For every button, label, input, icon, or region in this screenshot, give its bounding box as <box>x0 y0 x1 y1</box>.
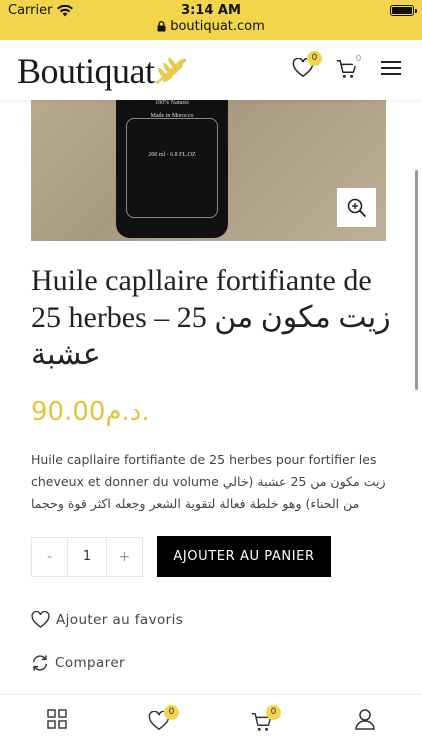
compare-link[interactable]: Comparer <box>31 654 125 672</box>
wheat-leaf-icon <box>154 57 186 84</box>
clock: 3:14 AM <box>181 3 241 18</box>
refresh-icon <box>32 655 48 671</box>
tab-cart-badge: 0 <box>266 705 281 720</box>
bottle-frame <box>126 118 218 218</box>
grid-icon <box>47 709 67 729</box>
product-title: Huile capllaire fortifiante de 25 herbes… <box>31 264 391 371</box>
site-header: Boutiquat 0 0 <box>0 40 422 100</box>
bottle-label-natural: 100% Naturel <box>155 100 189 106</box>
product-description: Huile capllaire fortifiante de 25 herbes… <box>31 452 386 511</box>
wishlist-count-badge: 0 <box>307 51 322 66</box>
menu-icon <box>381 61 401 75</box>
tab-account[interactable] <box>355 709 375 734</box>
product-bottle: 100% Naturel Made in Morocco 200 ml · 6.… <box>116 100 228 238</box>
wishlist-button[interactable]: 0 <box>292 51 322 82</box>
tab-cart[interactable]: 0 <box>251 705 281 737</box>
quantity-input[interactable]: 1 <box>67 538 107 576</box>
heart-icon <box>31 611 50 628</box>
quantity-increase-button[interactable]: + <box>107 538 142 576</box>
battery-icon <box>390 5 417 16</box>
logo-text: Boutiquat <box>17 51 155 91</box>
compare-label: Comparer <box>55 655 125 671</box>
add-to-wishlist-link[interactable]: Ajouter au favoris <box>31 611 183 629</box>
tab-shop[interactable] <box>47 709 67 733</box>
product-price: 90.00د.م. <box>31 397 150 427</box>
browser-status-bar: Carrier 3:14 AM boutiquat.com <box>0 0 422 40</box>
tab-wishlist[interactable]: 0 <box>148 705 179 735</box>
scrollbar[interactable] <box>415 170 418 390</box>
cart-button[interactable]: 0 <box>336 52 366 84</box>
product-image[interactable]: 100% Naturel Made in Morocco 200 ml · 6.… <box>31 100 386 241</box>
zoom-button[interactable] <box>337 188 376 227</box>
bottom-tab-bar: 0 0 <box>0 694 422 750</box>
zoom-icon <box>347 198 366 217</box>
quantity-decrease-button[interactable]: - <box>32 538 67 576</box>
lock-icon <box>157 21 166 32</box>
cart-count-badge: 0 <box>351 52 366 67</box>
bottle-label-volume: 200 ml · 6.8 FL.OZ <box>148 152 196 158</box>
tab-wishlist-badge: 0 <box>164 705 179 720</box>
address-bar[interactable]: boutiquat.com <box>0 19 422 34</box>
user-icon <box>355 709 375 730</box>
add-to-cart-button[interactable]: AJOUTER AU PANIER <box>157 536 331 577</box>
site-logo[interactable]: Boutiquat <box>17 50 189 92</box>
menu-button[interactable] <box>381 60 401 80</box>
add-to-wishlist-label: Ajouter au favoris <box>56 612 184 628</box>
url-text: boutiquat.com <box>170 19 265 34</box>
quantity-stepper: - 1 + <box>31 537 143 577</box>
